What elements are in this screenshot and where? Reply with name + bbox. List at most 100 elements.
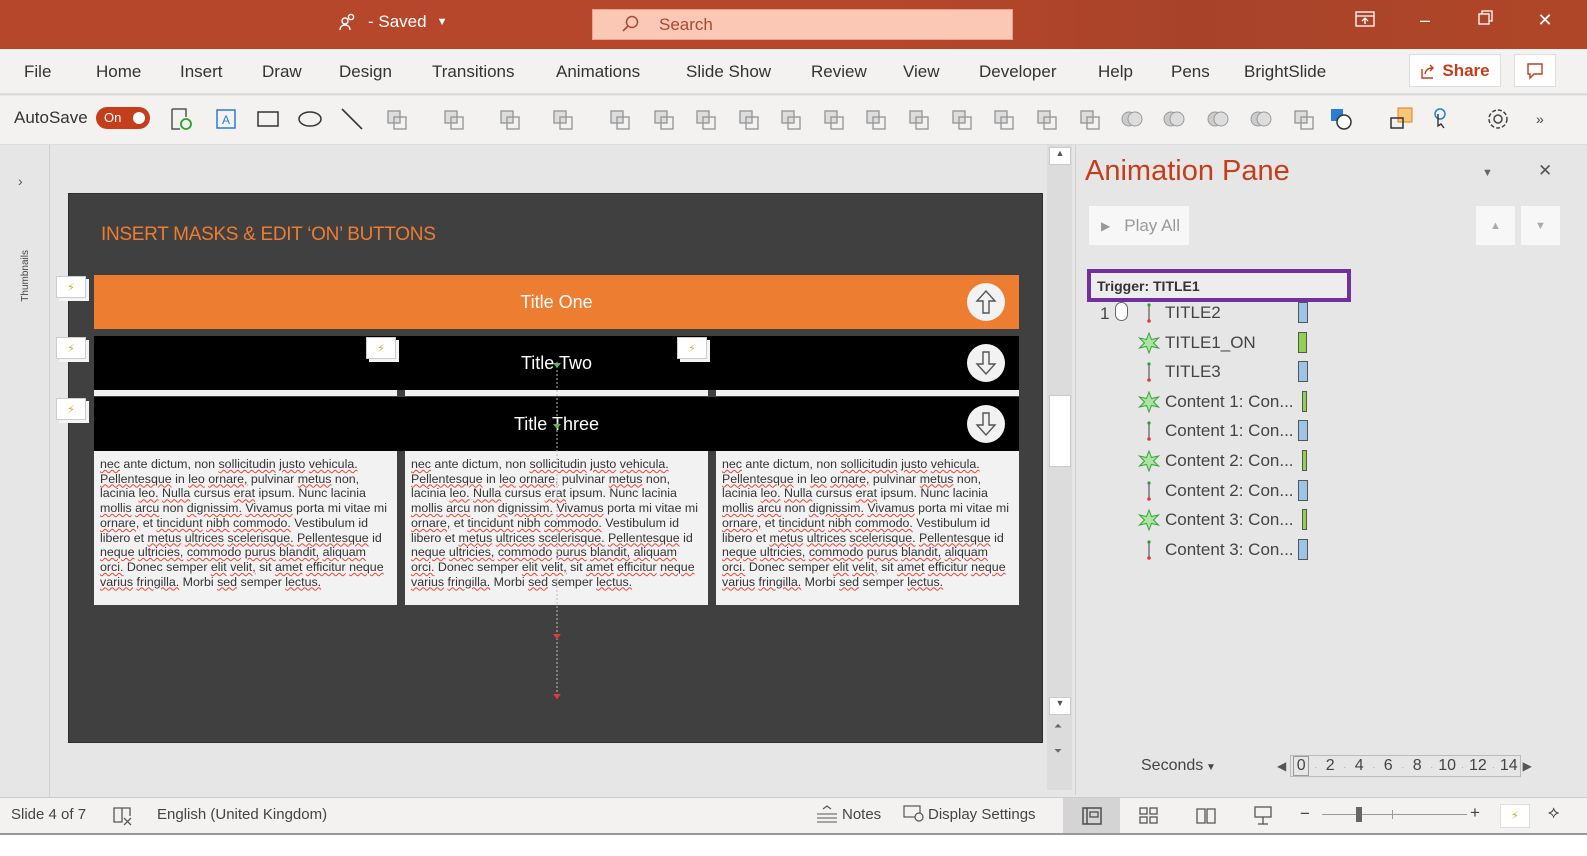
merge-union-icon[interactable]	[1118, 106, 1146, 132]
tab-design[interactable]: Design	[339, 62, 392, 82]
zoom-out-button[interactable]: −	[1300, 804, 1310, 824]
animation-item[interactable]: Content 1: Con...	[1076, 390, 1336, 419]
timing-bar[interactable]	[1298, 331, 1307, 353]
motion-path[interactable]	[549, 354, 569, 704]
resize-icon[interactable]	[549, 106, 577, 132]
save-sync-icon[interactable]	[168, 106, 196, 132]
move-down-button[interactable]: ▼	[1521, 206, 1560, 245]
display-settings-button[interactable]: Display Settings	[903, 804, 1036, 824]
timing-bar[interactable]	[1298, 361, 1308, 383]
timeline-ruler[interactable]: ◀ 0 · 2 · 4 · 6 · 8 · 10 · 12 · 14 ▶	[1277, 755, 1532, 777]
notes-button[interactable]: Notes	[815, 804, 881, 824]
send-to-back-icon[interactable]	[735, 106, 763, 132]
play-all-button[interactable]: ▶ Play All	[1089, 206, 1189, 245]
tab-brightslide[interactable]: BrightSlide	[1244, 62, 1326, 82]
animation-item[interactable]: Content 3: Con...	[1076, 508, 1336, 537]
expand-chevron-icon[interactable]: ›	[18, 173, 23, 189]
rectangle-icon[interactable]	[254, 106, 282, 132]
slideshow-view-icon[interactable]	[1252, 805, 1274, 827]
timing-bar[interactable]	[1298, 538, 1308, 560]
bring-forward-icon[interactable]	[606, 106, 634, 132]
timeline-prev-icon[interactable]: ◀	[1277, 759, 1286, 773]
align-right-icon[interactable]	[862, 106, 890, 132]
zoom-in-button[interactable]: +	[1470, 803, 1480, 823]
align-top-icon[interactable]	[905, 106, 933, 132]
trigger-tag[interactable]: ⚡	[677, 337, 707, 359]
fit-to-window-icon[interactable]: ⟡	[1548, 803, 1559, 823]
animation-item[interactable]: 1 TITLE2	[1076, 301, 1336, 330]
tab-insert[interactable]: Insert	[180, 62, 223, 82]
zoom-slider-thumb[interactable]	[1355, 807, 1362, 822]
distribute-vertical-icon[interactable]	[1076, 106, 1104, 132]
scroll-thumb[interactable]	[1049, 395, 1071, 467]
animation-item[interactable]: TITLE3	[1076, 360, 1336, 389]
timing-bar[interactable]	[1302, 509, 1307, 531]
align-bottom-icon[interactable]	[990, 106, 1018, 132]
tab-slide-show[interactable]: Slide Show	[686, 62, 771, 82]
close-button[interactable]: ✕	[1530, 10, 1560, 31]
tab-review[interactable]: Review	[811, 62, 867, 82]
content-1[interactable]: nec ante dictum, non sollicitudin justo …	[94, 451, 397, 605]
align-middle-icon[interactable]	[948, 106, 976, 132]
brightslide-status-button[interactable]: ⚡	[1500, 804, 1530, 828]
share-button[interactable]: Share	[1409, 54, 1501, 87]
language-label[interactable]: English (United Kingdom)	[157, 806, 327, 823]
ribbon-display-button[interactable]	[1350, 10, 1380, 33]
merge-intersect-icon[interactable]	[1204, 106, 1232, 132]
group-icon[interactable]	[650, 106, 678, 132]
animation-item[interactable]: TITLE1_ON	[1076, 331, 1336, 360]
autosave-toggle[interactable]: On	[96, 107, 150, 129]
trigger-tag[interactable]: ⚡	[56, 337, 86, 359]
text-box-icon[interactable]: A	[212, 106, 240, 132]
seconds-dropdown[interactable]: Seconds ▼	[1141, 757, 1216, 775]
move-up-button[interactable]: ▲	[1476, 206, 1515, 245]
settings-icon[interactable]	[1484, 106, 1512, 132]
action-trigger-icon[interactable]	[1427, 106, 1455, 132]
tab-view[interactable]: View	[903, 62, 940, 82]
document-status[interactable]: - Saved ▼	[338, 12, 447, 32]
animation-item[interactable]: Content 2: Con...	[1076, 449, 1336, 478]
pane-options-icon[interactable]: ▼	[1482, 167, 1493, 179]
change-shape-icon[interactable]	[1328, 106, 1356, 132]
timeline-next-icon[interactable]: ▶	[1523, 759, 1532, 773]
slide-heading[interactable]: INSERT MASKS & EDIT ‘ON’ BUTTONS	[101, 224, 436, 246]
zoom-slider[interactable]	[1322, 807, 1467, 822]
oval-icon[interactable]	[296, 106, 324, 132]
animation-item[interactable]: Content 3: Con...	[1076, 538, 1336, 567]
timing-bar[interactable]	[1298, 420, 1308, 442]
tab-pens[interactable]: Pens	[1171, 62, 1210, 82]
comments-button[interactable]	[1514, 54, 1556, 87]
trigger-tag[interactable]: ⚡	[56, 276, 86, 298]
font-color-icon[interactable]	[496, 106, 524, 132]
slide-counter[interactable]: Slide 4 of 7	[11, 806, 86, 823]
tab-transitions[interactable]: Transitions	[432, 62, 515, 82]
slide-canvas[interactable]: INSERT MASKS & EDIT ‘ON’ BUTTONS Title O…	[68, 193, 1043, 743]
more-icon[interactable]: »	[1528, 106, 1556, 132]
reading-view-icon[interactable]	[1195, 806, 1217, 826]
minimize-button[interactable]: –	[1410, 10, 1440, 31]
slide-sorter-icon[interactable]	[1138, 806, 1160, 826]
align-left-icon[interactable]	[777, 106, 805, 132]
selection-pane-icon[interactable]	[1388, 106, 1416, 132]
trigger-tag[interactable]: ⚡	[366, 337, 396, 359]
restore-button[interactable]	[1470, 10, 1500, 31]
normal-view-button[interactable]	[1063, 798, 1120, 833]
animation-item[interactable]: Content 1: Con...	[1076, 419, 1336, 448]
previous-slide-button[interactable]: ⏶	[1054, 721, 1062, 732]
tab-home[interactable]: Home	[96, 62, 141, 82]
merge-combine-icon[interactable]	[1160, 106, 1188, 132]
title-one-bar[interactable]: Title One	[94, 275, 1019, 329]
timing-bar[interactable]	[1302, 450, 1307, 471]
thumbnails-pane[interactable]: › Thumbnails	[0, 145, 50, 797]
timing-bar[interactable]	[1298, 479, 1308, 501]
trigger-header[interactable]: Trigger: TITLE1	[1087, 269, 1351, 302]
timing-bar[interactable]	[1298, 302, 1308, 323]
tab-animations[interactable]: Animations	[556, 62, 640, 82]
scroll-up-button[interactable]: ▲	[1049, 147, 1071, 165]
shape-fill-icon[interactable]	[383, 106, 411, 132]
tab-help[interactable]: Help	[1098, 62, 1133, 82]
pane-close-icon[interactable]: ✕	[1538, 161, 1552, 181]
tab-file[interactable]: File	[24, 62, 51, 82]
distribute-horizontal-icon[interactable]	[1033, 106, 1061, 132]
send-backward-icon[interactable]	[692, 106, 720, 132]
